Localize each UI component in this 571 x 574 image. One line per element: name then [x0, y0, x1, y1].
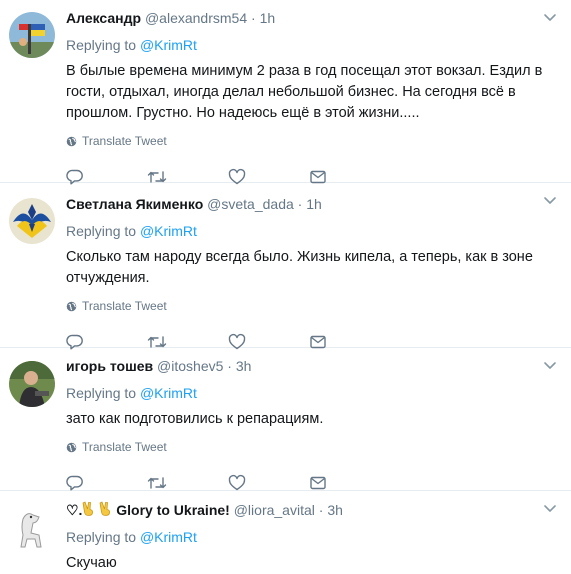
timestamp[interactable]: 1h: [306, 196, 322, 212]
timestamp[interactable]: 3h: [236, 358, 252, 374]
envelope-icon: [310, 476, 326, 490]
translate-tweet[interactable]: Translate Tweet: [66, 439, 571, 455]
separator-dot: ·: [297, 196, 303, 212]
chevron-down-icon[interactable]: [543, 10, 557, 24]
replying-to-label: Replying to: [66, 529, 137, 545]
reply-icon: [66, 475, 83, 491]
translate-label[interactable]: Translate Tweet: [82, 133, 167, 149]
translate-tweet[interactable]: Translate Tweet: [66, 298, 571, 314]
chevron-down-icon[interactable]: [543, 501, 557, 515]
tweet-text: В былые времена минимум 2 раза в год пос…: [66, 63, 543, 121]
replying-to: Replying to @KrimRt: [66, 36, 571, 54]
globe-icon: [66, 136, 77, 146]
like-button[interactable]: [228, 473, 309, 493]
globe-icon: [66, 301, 77, 311]
tweet[interactable]: игорь тошев @itoshev5 · 3h Replying to @…: [0, 348, 571, 491]
separator-dot: ·: [251, 10, 256, 26]
avatar[interactable]: [9, 12, 55, 58]
display-name-main: Glory to Ukraine!: [116, 502, 230, 518]
replying-to: Replying to @KrimRt: [66, 528, 571, 546]
translate-tweet[interactable]: Translate Tweet: [66, 133, 571, 149]
translate-label[interactable]: Translate Tweet: [82, 439, 167, 455]
tweet-actions: [66, 473, 571, 493]
tweet-header: Светлана Якименко @sveta_dada · 1h: [66, 195, 571, 213]
separator-dot: ·: [318, 502, 324, 518]
replying-to-link[interactable]: @KrimRt: [140, 223, 197, 239]
tweet-header: ♡. Glory to Ukraine! @liora_avital · 3h: [66, 501, 571, 519]
heart-icon: [228, 474, 246, 491]
replying-to-label: Replying to: [66, 37, 137, 53]
tweet-text: Сколько там народу всегда было. Жизнь ки…: [66, 249, 533, 286]
replying-to-link[interactable]: @KrimRt: [140, 385, 197, 401]
avatar[interactable]: [9, 361, 55, 407]
victory-hand-emoji: [83, 501, 94, 516]
display-name[interactable]: Светлана Якименко: [66, 196, 203, 212]
tweet-text: Скучаю: [66, 555, 117, 571]
user-handle[interactable]: @sveta_dada: [207, 196, 294, 212]
display-name-prefix: ♡.: [66, 502, 83, 518]
display-name[interactable]: Александр: [66, 10, 141, 26]
tweet-header: Александр @alexandrsm54 · 1h: [66, 9, 571, 27]
tweet[interactable]: ♡. Glory to Ukraine! @liora_avital · 3h …: [0, 491, 571, 574]
timestamp[interactable]: 3h: [327, 502, 343, 518]
tweet-text: зато как подготовились к репарациям.: [66, 411, 324, 427]
translate-label[interactable]: Translate Tweet: [82, 298, 167, 314]
retweet-button[interactable]: [147, 473, 228, 493]
replying-to-label: Replying to: [66, 223, 137, 239]
globe-icon: [66, 442, 77, 452]
avatar[interactable]: [9, 198, 55, 244]
reply-button[interactable]: [66, 473, 147, 493]
separator-dot: ·: [227, 358, 232, 374]
replying-to: Replying to @KrimRt: [66, 384, 571, 402]
chevron-down-icon[interactable]: [543, 193, 557, 207]
avatar[interactable]: [9, 505, 55, 551]
tweet[interactable]: Светлана Якименко @sveta_dada · 1h Reply…: [0, 183, 571, 350]
timestamp[interactable]: 1h: [260, 10, 276, 26]
tweet[interactable]: Александр @alexandrsm54 · 1h Replying to…: [0, 0, 571, 185]
replying-to: Replying to @KrimRt: [66, 222, 571, 240]
user-handle[interactable]: @itoshev5: [157, 358, 223, 374]
chevron-down-icon[interactable]: [543, 358, 557, 372]
display-name[interactable]: игорь тошев: [66, 358, 153, 374]
tweet-header: игорь тошев @itoshev5 · 3h: [66, 357, 571, 375]
retweet-icon: [147, 477, 167, 489]
direct-message-button[interactable]: [309, 473, 390, 493]
replying-to-label: Replying to: [66, 385, 137, 401]
victory-hand-emoji: [99, 501, 111, 516]
replying-to-link[interactable]: @KrimRt: [140, 37, 197, 53]
display-name[interactable]: ♡. Glory to Ukraine!: [66, 501, 234, 518]
user-handle[interactable]: @liora_avital: [234, 502, 315, 518]
replying-to-link[interactable]: @KrimRt: [140, 529, 197, 545]
user-handle[interactable]: @alexandrsm54: [145, 10, 247, 26]
